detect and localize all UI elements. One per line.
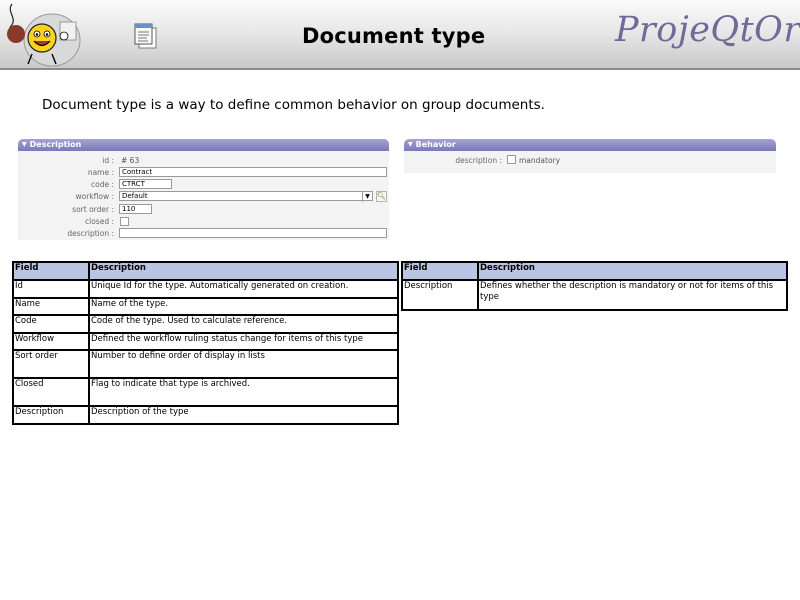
- field-description-cell: Unique Id for the type. Automatically ge…: [88, 279, 399, 299]
- name-row: name : Contract: [18, 167, 389, 178]
- field-description-cell: Name of the type.: [88, 297, 399, 316]
- fields-table: Field Description Id Unique Id for the t…: [12, 261, 399, 425]
- id-row: id : # 63: [18, 155, 389, 166]
- description-input[interactable]: [119, 228, 387, 238]
- behavior-description-label: description :: [455, 156, 502, 165]
- table-row: Sort order Number to define order of dis…: [12, 349, 399, 379]
- table-row: Description Defines whether the descript…: [401, 279, 788, 311]
- table-row: Name Name of the type.: [12, 297, 399, 316]
- field-description-cell: Description of the type: [88, 405, 399, 425]
- field-description-cell: Defined the workflow ruling status chang…: [88, 332, 399, 351]
- name-label: name :: [87, 168, 114, 177]
- page-title: Document type: [302, 24, 486, 48]
- field-name-cell: Sort order: [12, 349, 90, 379]
- column-header-field: Field: [401, 261, 479, 281]
- behavior-table: Field Description Description Defines wh…: [401, 261, 788, 311]
- code-input[interactable]: CTRCT: [119, 179, 172, 189]
- table-row: Id Unique Id for the type. Automatically…: [12, 279, 399, 299]
- field-name-cell: Workflow: [12, 332, 90, 351]
- field-description-cell: Code of the type. Used to calculate refe…: [88, 314, 399, 334]
- behavior-description-row: description : mandatory: [404, 155, 776, 166]
- workflow-select[interactable]: Default ▼: [119, 191, 373, 202]
- search-icon[interactable]: 🔍︎: [376, 191, 387, 202]
- column-header-description: Description: [477, 261, 788, 281]
- workflow-label: workflow :: [75, 192, 114, 201]
- column-header-field: Field: [12, 261, 90, 281]
- table-row: Closed Flag to indicate that type is arc…: [12, 377, 399, 407]
- description-row: description :: [18, 228, 389, 239]
- field-name-cell: Description: [12, 405, 90, 425]
- field-name-cell: Description: [401, 279, 479, 311]
- intro-text: Document type is a way to define common …: [42, 97, 545, 113]
- description-panel-body: id : # 63 name : Contract code : CTRCT w…: [18, 151, 389, 240]
- sort-order-label: sort order :: [72, 205, 114, 214]
- closed-label: closed :: [85, 217, 114, 226]
- mandatory-label: mandatory: [519, 156, 561, 165]
- closed-checkbox[interactable]: [120, 217, 129, 226]
- id-value: # 63: [121, 156, 140, 165]
- workflow-selected-value: Default: [122, 192, 148, 200]
- table-row: Code Code of the type. Used to calculate…: [12, 314, 399, 334]
- description-panel-header[interactable]: ▼ Description: [18, 139, 389, 151]
- table-row: Description Description of the type: [12, 405, 399, 425]
- dropdown-arrow-icon[interactable]: ▼: [362, 192, 372, 202]
- description-panel: ▼ Description id : # 63 name : Contract c…: [18, 139, 389, 240]
- mandatory-checkbox[interactable]: [507, 155, 516, 164]
- id-label: id :: [102, 156, 114, 165]
- description-label: description :: [67, 229, 114, 238]
- description-panel-title: Description: [29, 140, 82, 149]
- behavior-panel-title: Behavior: [415, 140, 456, 149]
- workflow-row: workflow : Default ▼ 🔍︎: [18, 191, 389, 202]
- table-header-row: Field Description: [401, 261, 788, 281]
- table-row: Workflow Defined the workflow ruling sta…: [12, 332, 399, 351]
- column-header-description: Description: [88, 261, 399, 281]
- behavior-panel-body: description : mandatory: [404, 151, 776, 173]
- projeqtor-logo-icon: [7, 3, 81, 67]
- field-name-cell: Name: [12, 297, 90, 316]
- code-row: code : CTRCT: [18, 179, 389, 190]
- brand-name: ProjeQtOr: [615, 10, 800, 50]
- table-header-row: Field Description: [12, 261, 399, 281]
- field-name-cell: Id: [12, 279, 90, 299]
- sort-order-input[interactable]: 110: [119, 204, 152, 214]
- collapse-triangle-icon: ▼: [22, 141, 27, 148]
- closed-row: closed :: [18, 216, 389, 227]
- field-description-cell: Defines whether the description is manda…: [477, 279, 788, 311]
- name-input[interactable]: Contract: [119, 167, 387, 177]
- document-icon[interactable]: [133, 22, 159, 50]
- header-bar: Document type ProjeQtOr: [0, 0, 800, 70]
- behavior-panel-header[interactable]: ▼ Behavior: [404, 139, 776, 151]
- collapse-triangle-icon: ▼: [408, 141, 413, 148]
- field-description-cell: Number to define order of display in lis…: [88, 349, 399, 379]
- field-name-cell: Code: [12, 314, 90, 334]
- field-description-cell: Flag to indicate that type is archived.: [88, 377, 399, 407]
- sort-order-row: sort order : 110: [18, 204, 389, 215]
- behavior-panel: ▼ Behavior description : mandatory: [404, 139, 776, 173]
- code-label: code :: [91, 180, 114, 189]
- field-name-cell: Closed: [12, 377, 90, 407]
